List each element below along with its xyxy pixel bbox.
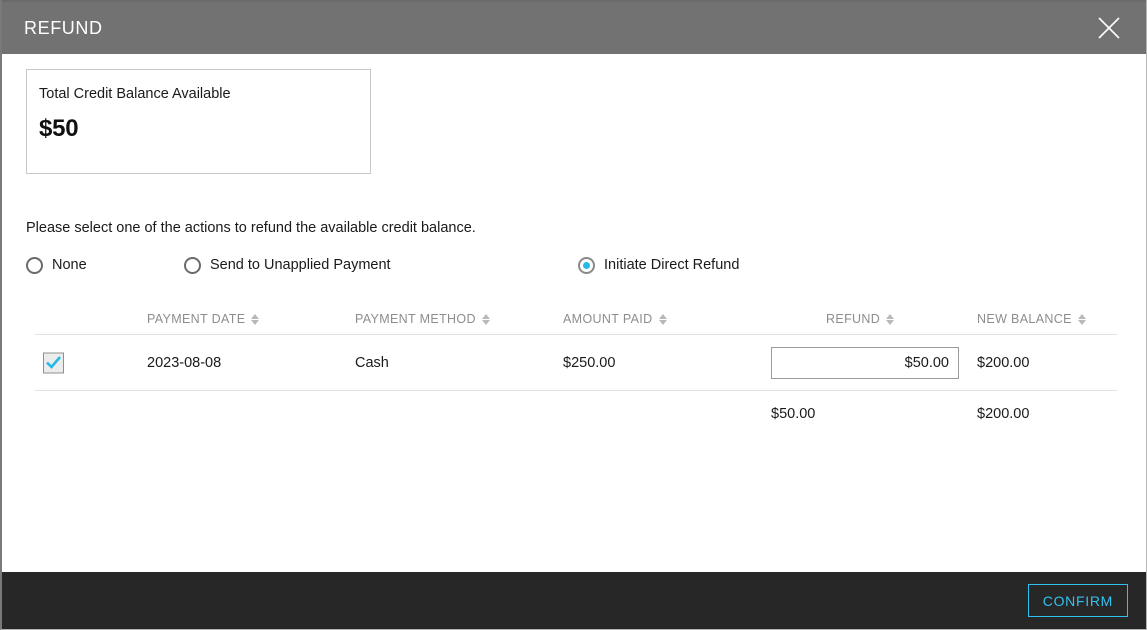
- column-header-payment-method-label: PAYMENT METHOD: [355, 312, 476, 326]
- row-select-cell: [43, 352, 64, 373]
- radio-icon-initiate-direct-refund: [578, 257, 595, 274]
- column-header-new-balance-label: NEW BALANCE: [977, 312, 1072, 326]
- total-new-balance: $200.00: [977, 406, 1029, 422]
- radio-icon-send-to-unapplied-payment: [184, 257, 201, 274]
- modal-titlebar: REFUND: [2, 0, 1146, 54]
- radio-icon-none: [26, 257, 43, 274]
- sort-icon: [1078, 313, 1087, 326]
- column-header-amount-paid-label: AMOUNT PAID: [563, 312, 653, 326]
- cell-amount-paid: $250.00: [563, 355, 615, 371]
- radio-option-none[interactable]: None: [26, 252, 87, 278]
- radio-option-initiate-direct-refund[interactable]: Initiate Direct Refund: [578, 252, 739, 278]
- row-checkbox[interactable]: [43, 352, 64, 373]
- column-header-amount-paid[interactable]: AMOUNT PAID: [563, 312, 668, 326]
- cell-payment-date: 2023-08-08: [147, 355, 221, 371]
- close-button[interactable]: [1088, 7, 1130, 49]
- radio-label-send-to-unapplied-payment: Send to Unapplied Payment: [210, 257, 391, 273]
- modal-footer: CONFIRM: [2, 572, 1146, 629]
- confirm-button[interactable]: CONFIRM: [1028, 584, 1128, 617]
- check-icon: [45, 356, 62, 370]
- credit-balance-value: $50: [39, 115, 370, 143]
- column-header-payment-date-label: PAYMENT DATE: [147, 312, 245, 326]
- refund-modal: REFUND Total Credit Balance Available $5…: [0, 0, 1147, 630]
- table-totals-row: $50.00 $200.00: [35, 391, 1117, 437]
- column-header-payment-date[interactable]: PAYMENT DATE: [147, 312, 260, 326]
- cell-new-balance: $200.00: [977, 355, 1029, 371]
- refund-action-radio-group: None Send to Unapplied Payment Initiate …: [26, 252, 1121, 278]
- column-header-refund[interactable]: REFUND: [826, 312, 895, 326]
- table-row: 2023-08-08 Cash $250.00 $200.00: [35, 335, 1117, 391]
- instruction-text: Please select one of the actions to refu…: [26, 220, 476, 236]
- refund-payments-table: PAYMENT DATE PAYMENT METHOD AMOUNT PAID …: [35, 297, 1117, 437]
- cell-refund: [771, 347, 959, 379]
- sort-icon: [659, 313, 668, 326]
- sort-icon: [251, 313, 260, 326]
- credit-balance-card: Total Credit Balance Available $50: [26, 69, 371, 174]
- column-header-refund-label: REFUND: [826, 312, 880, 326]
- column-header-payment-method[interactable]: PAYMENT METHOD: [355, 312, 491, 326]
- sort-icon: [886, 313, 895, 326]
- modal-body: Total Credit Balance Available $50 Pleas…: [2, 54, 1146, 572]
- cell-payment-method: Cash: [355, 355, 389, 371]
- total-refund: $50.00: [771, 406, 815, 422]
- radio-option-send-to-unapplied-payment[interactable]: Send to Unapplied Payment: [184, 252, 391, 278]
- radio-label-initiate-direct-refund: Initiate Direct Refund: [604, 257, 739, 273]
- close-icon: [1096, 15, 1122, 41]
- page-title: REFUND: [24, 18, 103, 39]
- sort-icon: [482, 313, 491, 326]
- table-header-row: PAYMENT DATE PAYMENT METHOD AMOUNT PAID …: [35, 297, 1117, 335]
- refund-amount-input[interactable]: [771, 347, 959, 379]
- column-header-new-balance[interactable]: NEW BALANCE: [977, 312, 1087, 326]
- credit-balance-label: Total Credit Balance Available: [39, 84, 370, 104]
- radio-label-none: None: [52, 257, 87, 273]
